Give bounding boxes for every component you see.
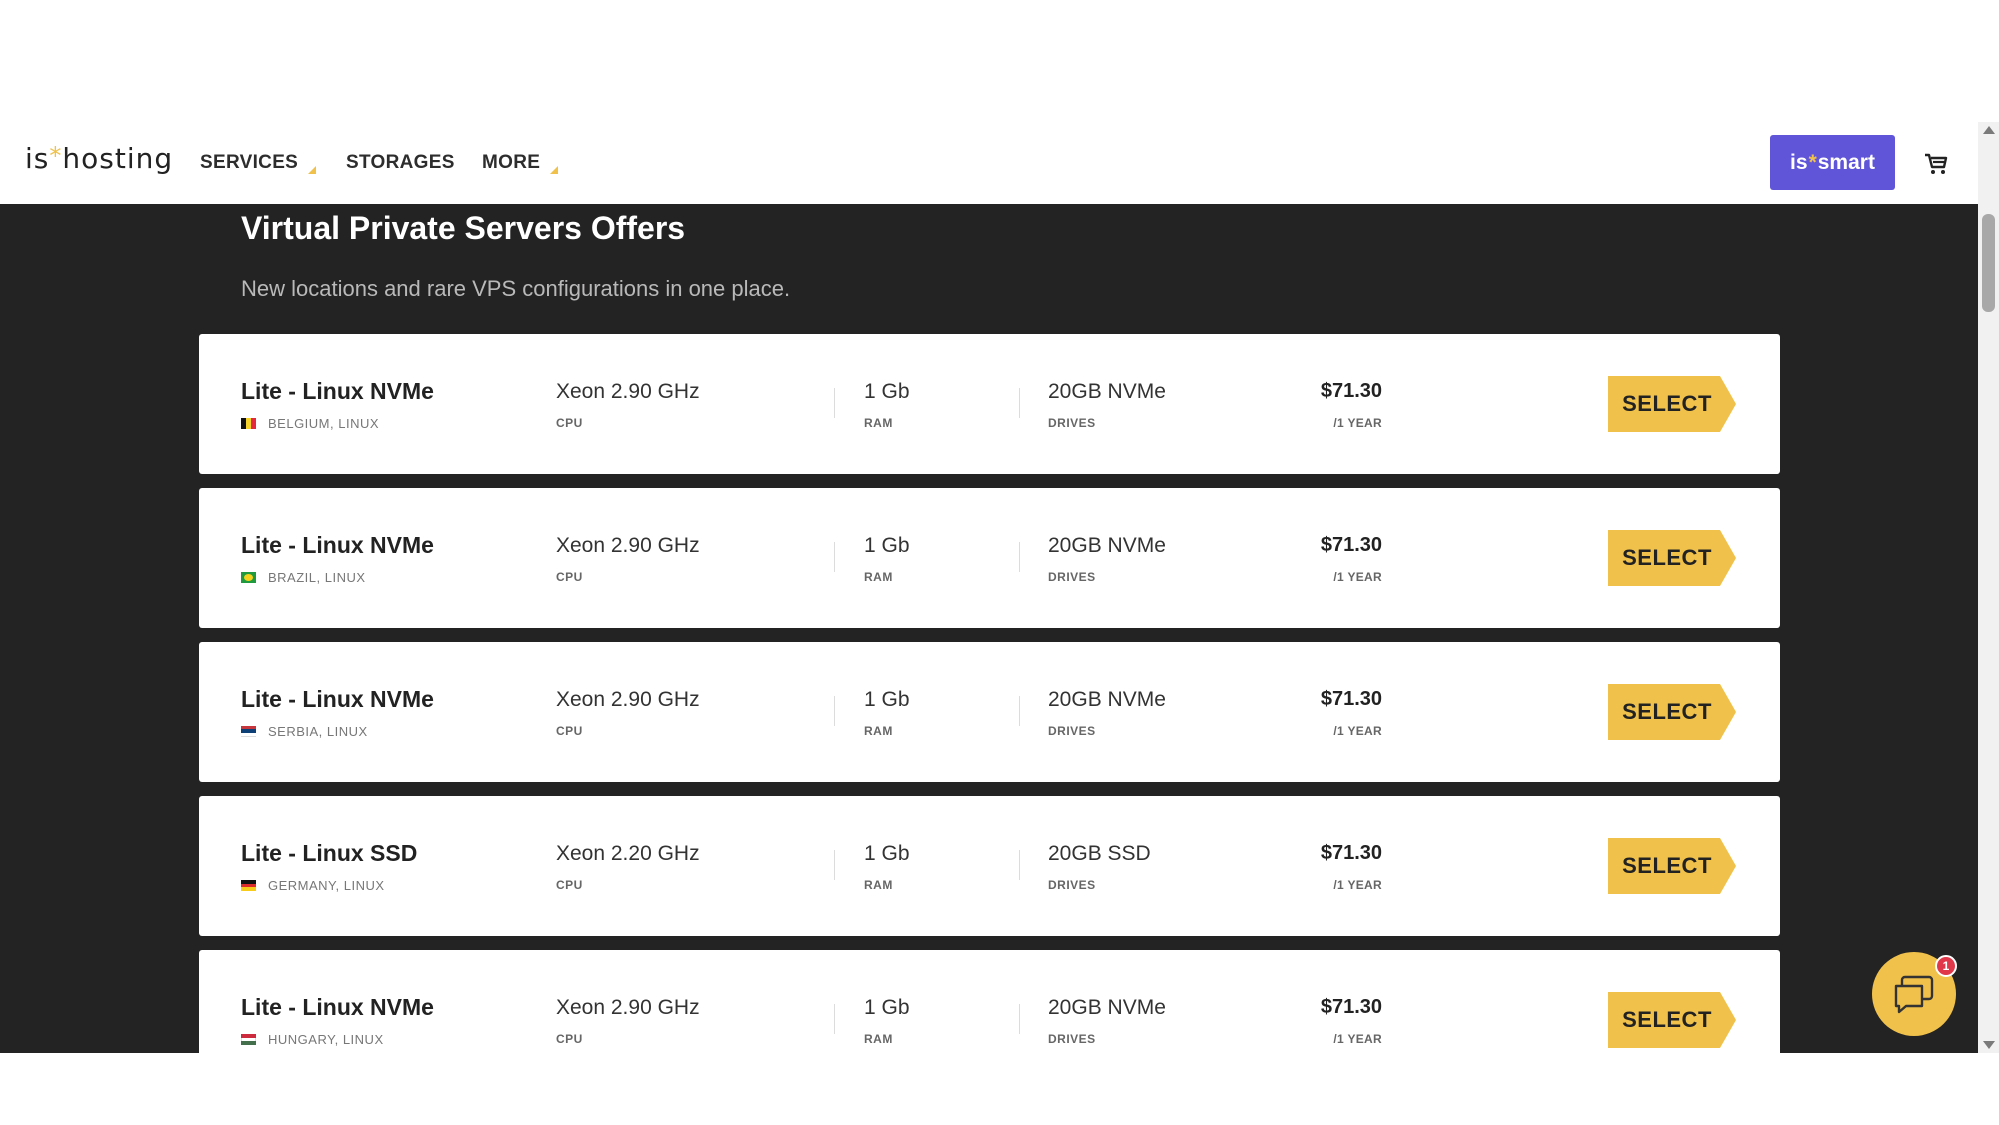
select-button[interactable]: SELECT: [1608, 838, 1736, 894]
select-button[interactable]: SELECT: [1608, 992, 1736, 1048]
page-title: Virtual Private Servers Offers: [241, 210, 686, 246]
select-button[interactable]: SELECT: [1608, 684, 1736, 740]
dropdown-caret-icon: [308, 166, 317, 174]
cpu-value: Xeon 2.90 GHz: [556, 380, 700, 403]
nav-services[interactable]: SERVICES: [200, 152, 317, 174]
plan-name: Lite - Linux NVMe: [241, 686, 434, 712]
offer-card: Lite - Linux NVMe BELGIUM, LINUX Xeon 2.…: [199, 334, 1780, 474]
scrollbar-thumb[interactable]: [1982, 214, 1995, 312]
drives-value: 20GB NVMe: [1048, 688, 1166, 711]
browser-bottom-blank: [0, 1053, 1999, 1125]
price: $71.30: [1320, 996, 1382, 1018]
cpu-label: CPU: [556, 878, 583, 892]
hungary-flag-icon: [241, 1034, 256, 1046]
dropdown-caret-icon: [550, 166, 559, 174]
offers-section: Virtual Private Servers Offers New locat…: [0, 204, 1978, 1053]
billing-period: /1 YEAR: [1333, 878, 1382, 892]
plan-location: GERMANY, LINUX: [241, 878, 385, 893]
serbia-flag-icon: [241, 726, 256, 737]
plan-location: BELGIUM, LINUX: [241, 416, 379, 431]
chat-icon: [1894, 975, 1934, 1014]
nav-more[interactable]: MORE: [482, 152, 559, 174]
divider: [834, 542, 835, 572]
brazil-flag-icon: [241, 572, 256, 583]
is-smart-button[interactable]: is * smart: [1770, 135, 1895, 190]
site-header: is*hosting SERVICES STORAGES MORE is * sma…: [0, 122, 1978, 204]
cpu-label: CPU: [556, 1032, 583, 1046]
offer-card: Lite - Linux NVMe SERBIA, LINUX Xeon 2.9…: [199, 642, 1780, 782]
billing-period: /1 YEAR: [1333, 416, 1382, 430]
price: $71.30: [1320, 380, 1382, 402]
ram-label: RAM: [864, 570, 893, 584]
drives-value: 20GB NVMe: [1048, 996, 1166, 1019]
offer-card: Lite - Linux SSD GERMANY, LINUX Xeon 2.2…: [199, 796, 1780, 936]
ram-value: 1 Gb: [864, 996, 910, 1019]
drives-label: DRIVES: [1048, 570, 1096, 584]
drives-label: DRIVES: [1048, 878, 1096, 892]
drives-value: 20GB NVMe: [1048, 534, 1166, 557]
cpu-label: CPU: [556, 724, 583, 738]
offer-card: Lite - Linux NVMe BRAZIL, LINUX Xeon 2.9…: [199, 488, 1780, 628]
cpu-label: CPU: [556, 416, 583, 430]
plan-name: Lite - Linux NVMe: [241, 994, 434, 1020]
divider: [834, 388, 835, 418]
germany-flag-icon: [241, 880, 256, 892]
plan-location: SERBIA, LINUX: [241, 724, 368, 739]
cpu-value: Xeon 2.90 GHz: [556, 688, 700, 711]
divider: [834, 850, 835, 880]
page-subtitle: New locations and rare VPS configuration…: [241, 276, 791, 301]
scroll-down-arrow-icon[interactable]: [1983, 1041, 1995, 1049]
ram-value: 1 Gb: [864, 688, 910, 711]
divider: [1019, 696, 1020, 726]
browser-top-blank: [0, 0, 1999, 122]
drives-label: DRIVES: [1048, 416, 1096, 430]
cpu-value: Xeon 2.90 GHz: [556, 996, 700, 1019]
scroll-up-arrow-icon[interactable]: [1983, 126, 1995, 134]
plan-location: BRAZIL, LINUX: [241, 570, 366, 585]
ram-value: 1 Gb: [864, 380, 910, 403]
plan-name: Lite - Linux NVMe: [241, 378, 434, 404]
drives-label: DRIVES: [1048, 724, 1096, 738]
divider: [1019, 1004, 1020, 1034]
cart-icon[interactable]: [1922, 149, 1950, 177]
ram-label: RAM: [864, 1032, 893, 1046]
offer-card: Lite - Linux NVMe HUNGARY, LINUX Xeon 2.…: [199, 950, 1780, 1053]
ram-value: 1 Gb: [864, 842, 910, 865]
divider: [1019, 388, 1020, 418]
site-logo[interactable]: is*hosting: [25, 142, 173, 175]
plan-name: Lite - Linux SSD: [241, 840, 418, 866]
drives-value: 20GB NVMe: [1048, 380, 1166, 403]
plan-name: Lite - Linux NVMe: [241, 532, 434, 558]
drives-value: 20GB SSD: [1048, 842, 1151, 865]
billing-period: /1 YEAR: [1333, 570, 1382, 584]
ram-value: 1 Gb: [864, 534, 910, 557]
price: $71.30: [1320, 842, 1382, 864]
price: $71.30: [1320, 534, 1382, 556]
ram-label: RAM: [864, 416, 893, 430]
divider: [834, 696, 835, 726]
divider: [1019, 850, 1020, 880]
select-button[interactable]: SELECT: [1608, 376, 1736, 432]
price: $71.30: [1320, 688, 1382, 710]
billing-period: /1 YEAR: [1333, 1032, 1382, 1046]
billing-period: /1 YEAR: [1333, 724, 1382, 738]
ram-label: RAM: [864, 724, 893, 738]
divider: [834, 1004, 835, 1034]
plan-location: HUNGARY, LINUX: [241, 1032, 384, 1047]
nav-storages[interactable]: STORAGES: [346, 152, 455, 174]
page-scrollbar[interactable]: [1978, 122, 1999, 1053]
drives-label: DRIVES: [1048, 1032, 1096, 1046]
select-button[interactable]: SELECT: [1608, 530, 1736, 586]
belgium-flag-icon: [241, 418, 256, 429]
ram-label: RAM: [864, 878, 893, 892]
cpu-value: Xeon 2.90 GHz: [556, 534, 700, 557]
cpu-value: Xeon 2.20 GHz: [556, 842, 700, 865]
chat-notification-badge: 1: [1935, 955, 1957, 977]
divider: [1019, 542, 1020, 572]
cpu-label: CPU: [556, 570, 583, 584]
